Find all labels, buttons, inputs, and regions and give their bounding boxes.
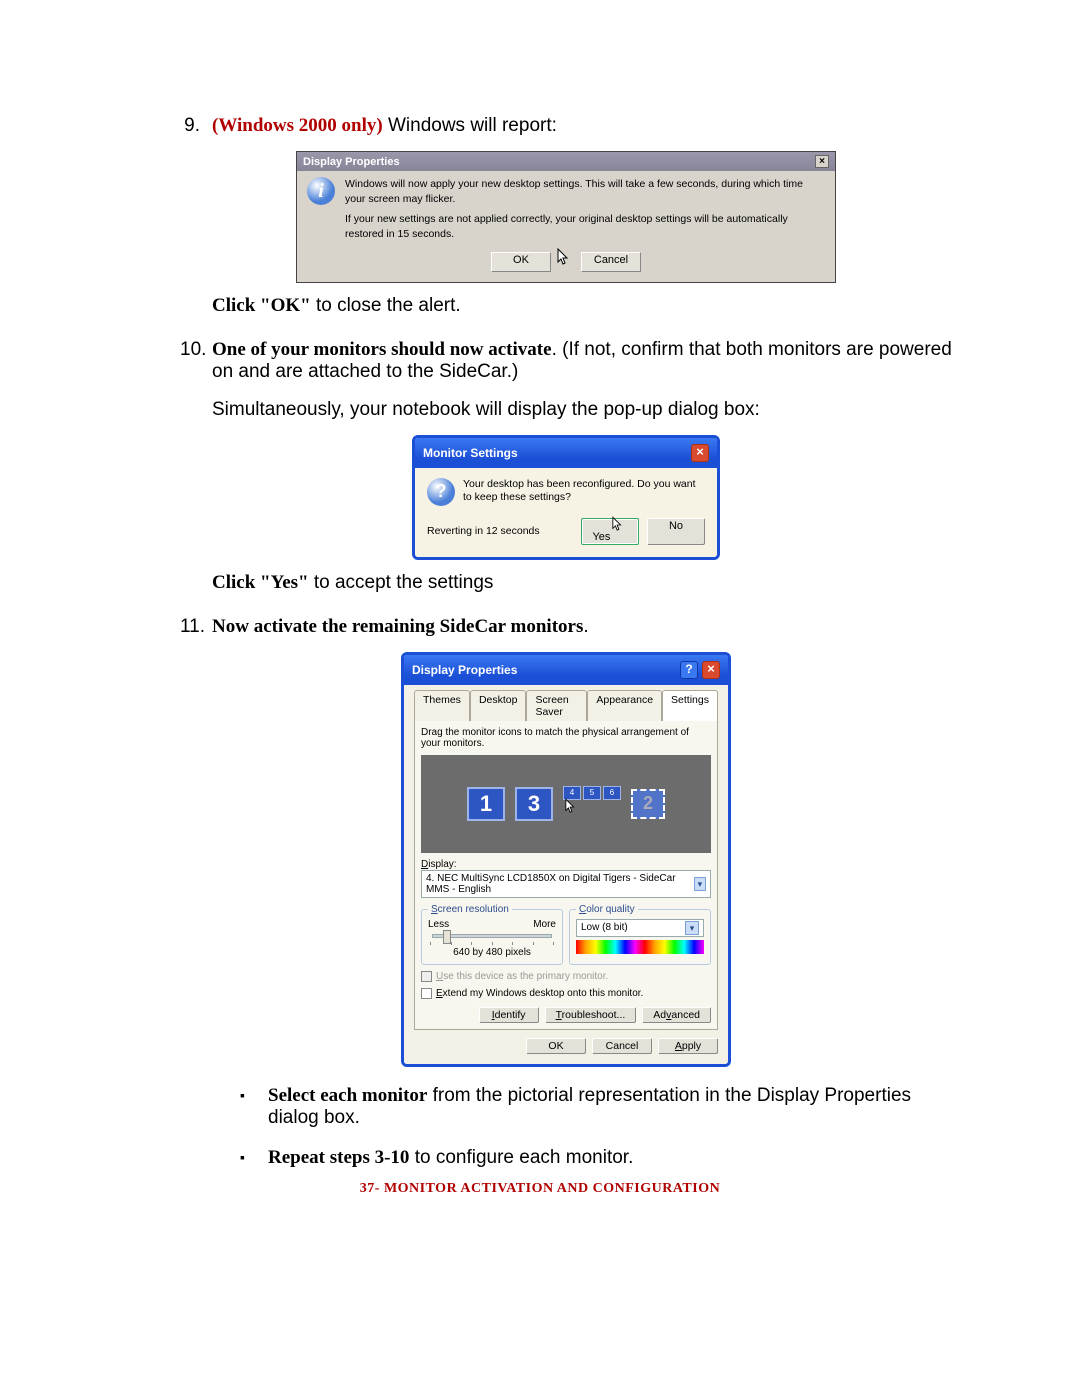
- mini-monitor[interactable]: 6: [603, 786, 621, 800]
- monitor-3[interactable]: 3: [515, 787, 553, 821]
- monitor-2-selected[interactable]: 2: [631, 789, 665, 819]
- help-icon[interactable]: ?: [680, 661, 698, 679]
- color-quality-dropdown[interactable]: Low (8 bit) ▾: [576, 919, 704, 937]
- revert-text: Reverting in 12 seconds: [427, 525, 540, 537]
- ok-button[interactable]: OK: [491, 252, 551, 272]
- display-label: Display:: [421, 859, 711, 870]
- tab-appearance[interactable]: Appearance: [587, 690, 662, 721]
- tab-screensaver[interactable]: Screen Saver: [526, 690, 587, 721]
- chevron-down-icon[interactable]: ▾: [685, 921, 699, 935]
- dialog2-msg: Your desktop has been reconfigured. Do y…: [463, 478, 705, 506]
- dialog1-title: Display Properties: [303, 156, 400, 168]
- monitor-1[interactable]: 1: [467, 787, 505, 821]
- close-icon[interactable]: ×: [691, 444, 709, 462]
- mini-monitors: 4 5 6: [563, 786, 621, 822]
- advanced-button[interactable]: Advanced: [642, 1007, 711, 1023]
- identify-button[interactable]: Identify: [479, 1007, 539, 1023]
- color-spectrum: [576, 940, 704, 954]
- page-footer: 37- MONITOR ACTIVATION AND CONFIGURATION: [0, 1181, 1080, 1197]
- info-icon: i: [307, 177, 335, 205]
- extend-desktop-checkbox[interactable]: Extend my Windows desktop onto this moni…: [421, 988, 711, 999]
- display-properties-dialog: Display Properties ? × Themes Desktop Sc…: [401, 652, 731, 1067]
- step-10-line2: Simultaneously, your notebook will displ…: [212, 399, 952, 421]
- bullet-1: ▪ Select each monitor from the pictorial…: [240, 1085, 952, 1129]
- step-10-after: Click "Yes" to accept the settings: [212, 572, 952, 594]
- yes-button[interactable]: Yes: [581, 518, 639, 545]
- step-9-number: 9.: [180, 115, 212, 137]
- question-icon: ?: [427, 478, 455, 506]
- drag-instruction: Drag the monitor icons to match the phys…: [421, 727, 711, 749]
- step-9: 9. (Windows 2000 only) Windows will repo…: [180, 115, 952, 137]
- dialog1-msg2: If your new settings are not applied cor…: [345, 212, 825, 241]
- step-9-text: Windows will report:: [383, 115, 557, 136]
- primary-monitor-checkbox: Use this device as the primary monitor.: [421, 971, 711, 982]
- no-button[interactable]: No: [647, 518, 705, 545]
- mini-monitor[interactable]: 5: [583, 786, 601, 800]
- step-9-after: Click "OK" to close the alert.: [212, 295, 952, 317]
- bullet-2: ▪ Repeat steps 3-10 to configure each mo…: [240, 1147, 952, 1169]
- ok-button[interactable]: OK: [526, 1038, 586, 1054]
- monitor-arrangement-area[interactable]: 1 3 4 5 6 2: [421, 755, 711, 853]
- dialog2-title: Monitor Settings: [423, 446, 518, 460]
- color-quality-group: Color quality Low (8 bit) ▾: [569, 904, 711, 965]
- cancel-button[interactable]: Cancel: [592, 1038, 652, 1054]
- close-icon[interactable]: ×: [702, 661, 720, 679]
- resolution-slider[interactable]: [432, 934, 552, 938]
- screen-resolution-group: Screen resolution Less More 640 by 480 p…: [421, 904, 563, 965]
- step-10-number: 10.: [180, 339, 212, 421]
- tab-desktop[interactable]: Desktop: [470, 690, 527, 721]
- dialog1-msg1: Windows will now apply your new desktop …: [345, 177, 825, 206]
- cursor-icon: [614, 520, 628, 540]
- step-10: 10. One of your monitors should now acti…: [180, 339, 952, 421]
- close-icon[interactable]: ×: [815, 155, 829, 168]
- troubleshoot-button[interactable]: Troubleshoot...: [545, 1007, 637, 1023]
- display-dropdown[interactable]: 4. NEC MultiSync LCD1850X on Digital Tig…: [421, 870, 711, 898]
- chevron-down-icon[interactable]: ▾: [694, 877, 706, 891]
- tab-settings[interactable]: Settings: [662, 690, 718, 721]
- dialog3-title: Display Properties: [412, 663, 517, 677]
- step-11: 11. Now activate the remaining SideCar m…: [180, 616, 952, 638]
- resolution-caption: 640 by 480 pixels: [428, 947, 556, 958]
- step-11-number: 11.: [180, 616, 212, 638]
- step-9-prefix: (Windows 2000 only): [212, 115, 383, 136]
- display-properties-alert-dialog: Display Properties × i Windows will now …: [296, 151, 836, 283]
- cursor-icon: [559, 252, 573, 272]
- cancel-button[interactable]: Cancel: [581, 252, 641, 272]
- cursor-icon: [567, 802, 581, 822]
- monitor-settings-dialog: Monitor Settings × ? Your desktop has be…: [412, 435, 720, 560]
- tab-themes[interactable]: Themes: [414, 690, 470, 721]
- apply-button[interactable]: Apply: [658, 1038, 718, 1054]
